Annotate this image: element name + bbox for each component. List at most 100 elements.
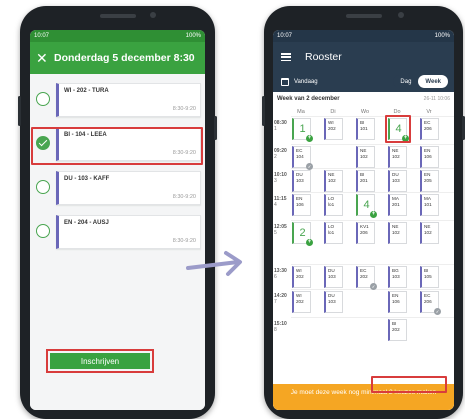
lesson-block[interactable]: EN 106 (420, 146, 439, 168)
slot-divider (291, 264, 454, 265)
lesson-block[interactable]: EC 206 ✓ (420, 291, 441, 315)
lesson-block[interactable]: NE 102 (388, 222, 407, 244)
status-bar: 10:07 100% (273, 30, 454, 42)
option-card[interactable]: WI - 202 - TURA 8:30-9:20 (56, 83, 201, 117)
lesson-text: WI 202 (296, 293, 304, 304)
lesson-block[interactable]: BI 105 (420, 266, 439, 288)
lesson-block[interactable]: LO lo1 (324, 222, 343, 244)
lesson-block[interactable]: BI 101 (356, 118, 375, 140)
lesson-block[interactable]: EN 106 (388, 291, 407, 313)
open-choice-slot[interactable]: 2 + (292, 222, 313, 246)
lesson-block[interactable]: WI 202 (292, 291, 311, 313)
lesson-block[interactable]: DU 103 (292, 170, 311, 192)
lesson-block[interactable]: DU 103 (324, 291, 343, 313)
radio-button[interactable] (36, 224, 50, 238)
radio-button[interactable] (36, 180, 50, 194)
lesson-text: EN 106 (392, 293, 400, 304)
day-header: Wo (360, 109, 370, 115)
today-button[interactable]: Vandaag (294, 79, 318, 85)
lesson-text: DU 103 (296, 172, 304, 183)
lesson-text: KV1 206 (360, 224, 369, 235)
page-title: Rooster (305, 51, 342, 63)
day-header: Vr (426, 109, 432, 115)
lesson-block[interactable]: BG 103 (388, 266, 407, 288)
lesson-text: EC 104 (296, 148, 304, 159)
lesson-text: BG 103 (392, 268, 400, 279)
option-name: DU - 103 - KAFF (64, 176, 110, 182)
enroll-button-highlight: Inschrijven (46, 349, 154, 373)
lesson-block[interactable]: EC 202 ✓ (356, 266, 377, 290)
volume-button (262, 96, 265, 126)
phone-camera (150, 12, 156, 18)
slot-divider (291, 317, 454, 318)
lesson-text: DU 103 (392, 172, 400, 183)
phone-speaker (99, 14, 136, 18)
lesson-text: BI 201 (360, 172, 368, 183)
option-time: 8:30-9:20 (172, 194, 196, 200)
lesson-block[interactable]: BI 201 (356, 170, 375, 192)
lesson-block[interactable]: EN 205 (420, 170, 439, 192)
week-view-toggle[interactable]: Week (418, 75, 448, 88)
lesson-block[interactable]: LO lo1 (324, 194, 343, 216)
lesson-block[interactable]: EC 206 (420, 118, 439, 140)
lesson-block[interactable]: NE 102 (388, 146, 407, 168)
lesson-block[interactable]: EN 106 (292, 194, 311, 216)
option-card[interactable]: EN - 204 - AUSJ 8:30-9:20 (56, 215, 201, 249)
schedule-screen: 10:07 100% Rooster Vandaag Dag Week Week… (273, 30, 454, 410)
lesson-text: EN 106 (296, 196, 304, 207)
time-slot-label: 10:10 3 (274, 172, 287, 184)
day-view-toggle[interactable]: Dag (393, 75, 418, 88)
lesson-text: BI 101 (360, 120, 368, 131)
lesson-block[interactable]: MA 201 (388, 194, 407, 216)
lesson-text: DU 103 (328, 268, 336, 279)
lesson-block[interactable]: EC 104 ✓ (292, 146, 313, 170)
close-icon[interactable]: ✕ (36, 50, 54, 67)
list-item[interactable]: EN - 204 - AUSJ 8:30-9:20 (32, 212, 203, 252)
check-icon: ✓ (306, 163, 313, 170)
lesson-text: 2 (299, 226, 306, 239)
status-battery: 100% (434, 33, 450, 39)
lesson-text: NE 102 (328, 172, 336, 183)
option-name: WI - 202 - TURA (64, 88, 109, 94)
menu-icon[interactable] (281, 53, 291, 61)
volume-button (18, 96, 21, 126)
list-item[interactable]: DU - 103 - KAFF 8:30-9:20 (32, 168, 203, 208)
app-bar: ✕ Donderdag 5 december 8:30 (30, 42, 205, 74)
time-slot-label: 13:30 6 (274, 268, 287, 280)
app-bar: Rooster (273, 42, 454, 72)
calendar-icon[interactable] (281, 78, 289, 86)
lesson-block[interactable]: KV1 206 (356, 222, 375, 244)
view-toggle: Dag Week (393, 75, 448, 88)
slot-divider (291, 168, 454, 169)
lesson-block[interactable]: NE 102 (324, 170, 343, 192)
lesson-block[interactable]: MA 101 (420, 194, 439, 216)
radio-button[interactable] (36, 92, 50, 106)
schedule-toolbar: Vandaag Dag Week (273, 72, 454, 92)
lesson-block[interactable]: BI 202 (388, 319, 407, 341)
open-choice-slot[interactable]: 4 + (356, 194, 377, 218)
time-slot-label: 08:30 1 (274, 120, 287, 132)
lesson-block[interactable]: WI 202 (324, 118, 343, 140)
time-slot-label: 12:05 5 (274, 224, 287, 236)
lesson-text: EN 205 (424, 172, 432, 183)
lesson-text: WI 202 (296, 268, 304, 279)
slot-divider (291, 116, 454, 117)
lesson-text: EC 206 (424, 120, 432, 131)
lesson-block[interactable]: DU 103 (324, 266, 343, 288)
phone-speaker (345, 14, 382, 18)
lesson-block[interactable]: DU 103 (388, 170, 407, 192)
lesson-block[interactable]: WI 202 (292, 266, 311, 288)
slot-divider (291, 192, 454, 193)
time-slot-label: 14:20 7 (274, 293, 287, 305)
lesson-block[interactable]: NE 102 (420, 222, 439, 244)
day-header: Di (330, 109, 336, 115)
add-icon: + (306, 135, 313, 142)
lesson-block[interactable]: NE 102 (356, 146, 375, 168)
list-item[interactable]: WI - 202 - TURA 8:30-9:20 (32, 80, 203, 120)
enroll-button[interactable]: Inschrijven (50, 353, 150, 369)
open-choice-slot[interactable]: 1 + (292, 118, 313, 142)
option-card[interactable]: DU - 103 - KAFF 8:30-9:20 (56, 171, 201, 205)
status-time: 10:07 (34, 33, 50, 39)
day-header: Ma (297, 109, 305, 115)
week-label: Week van 2 december (277, 96, 340, 102)
